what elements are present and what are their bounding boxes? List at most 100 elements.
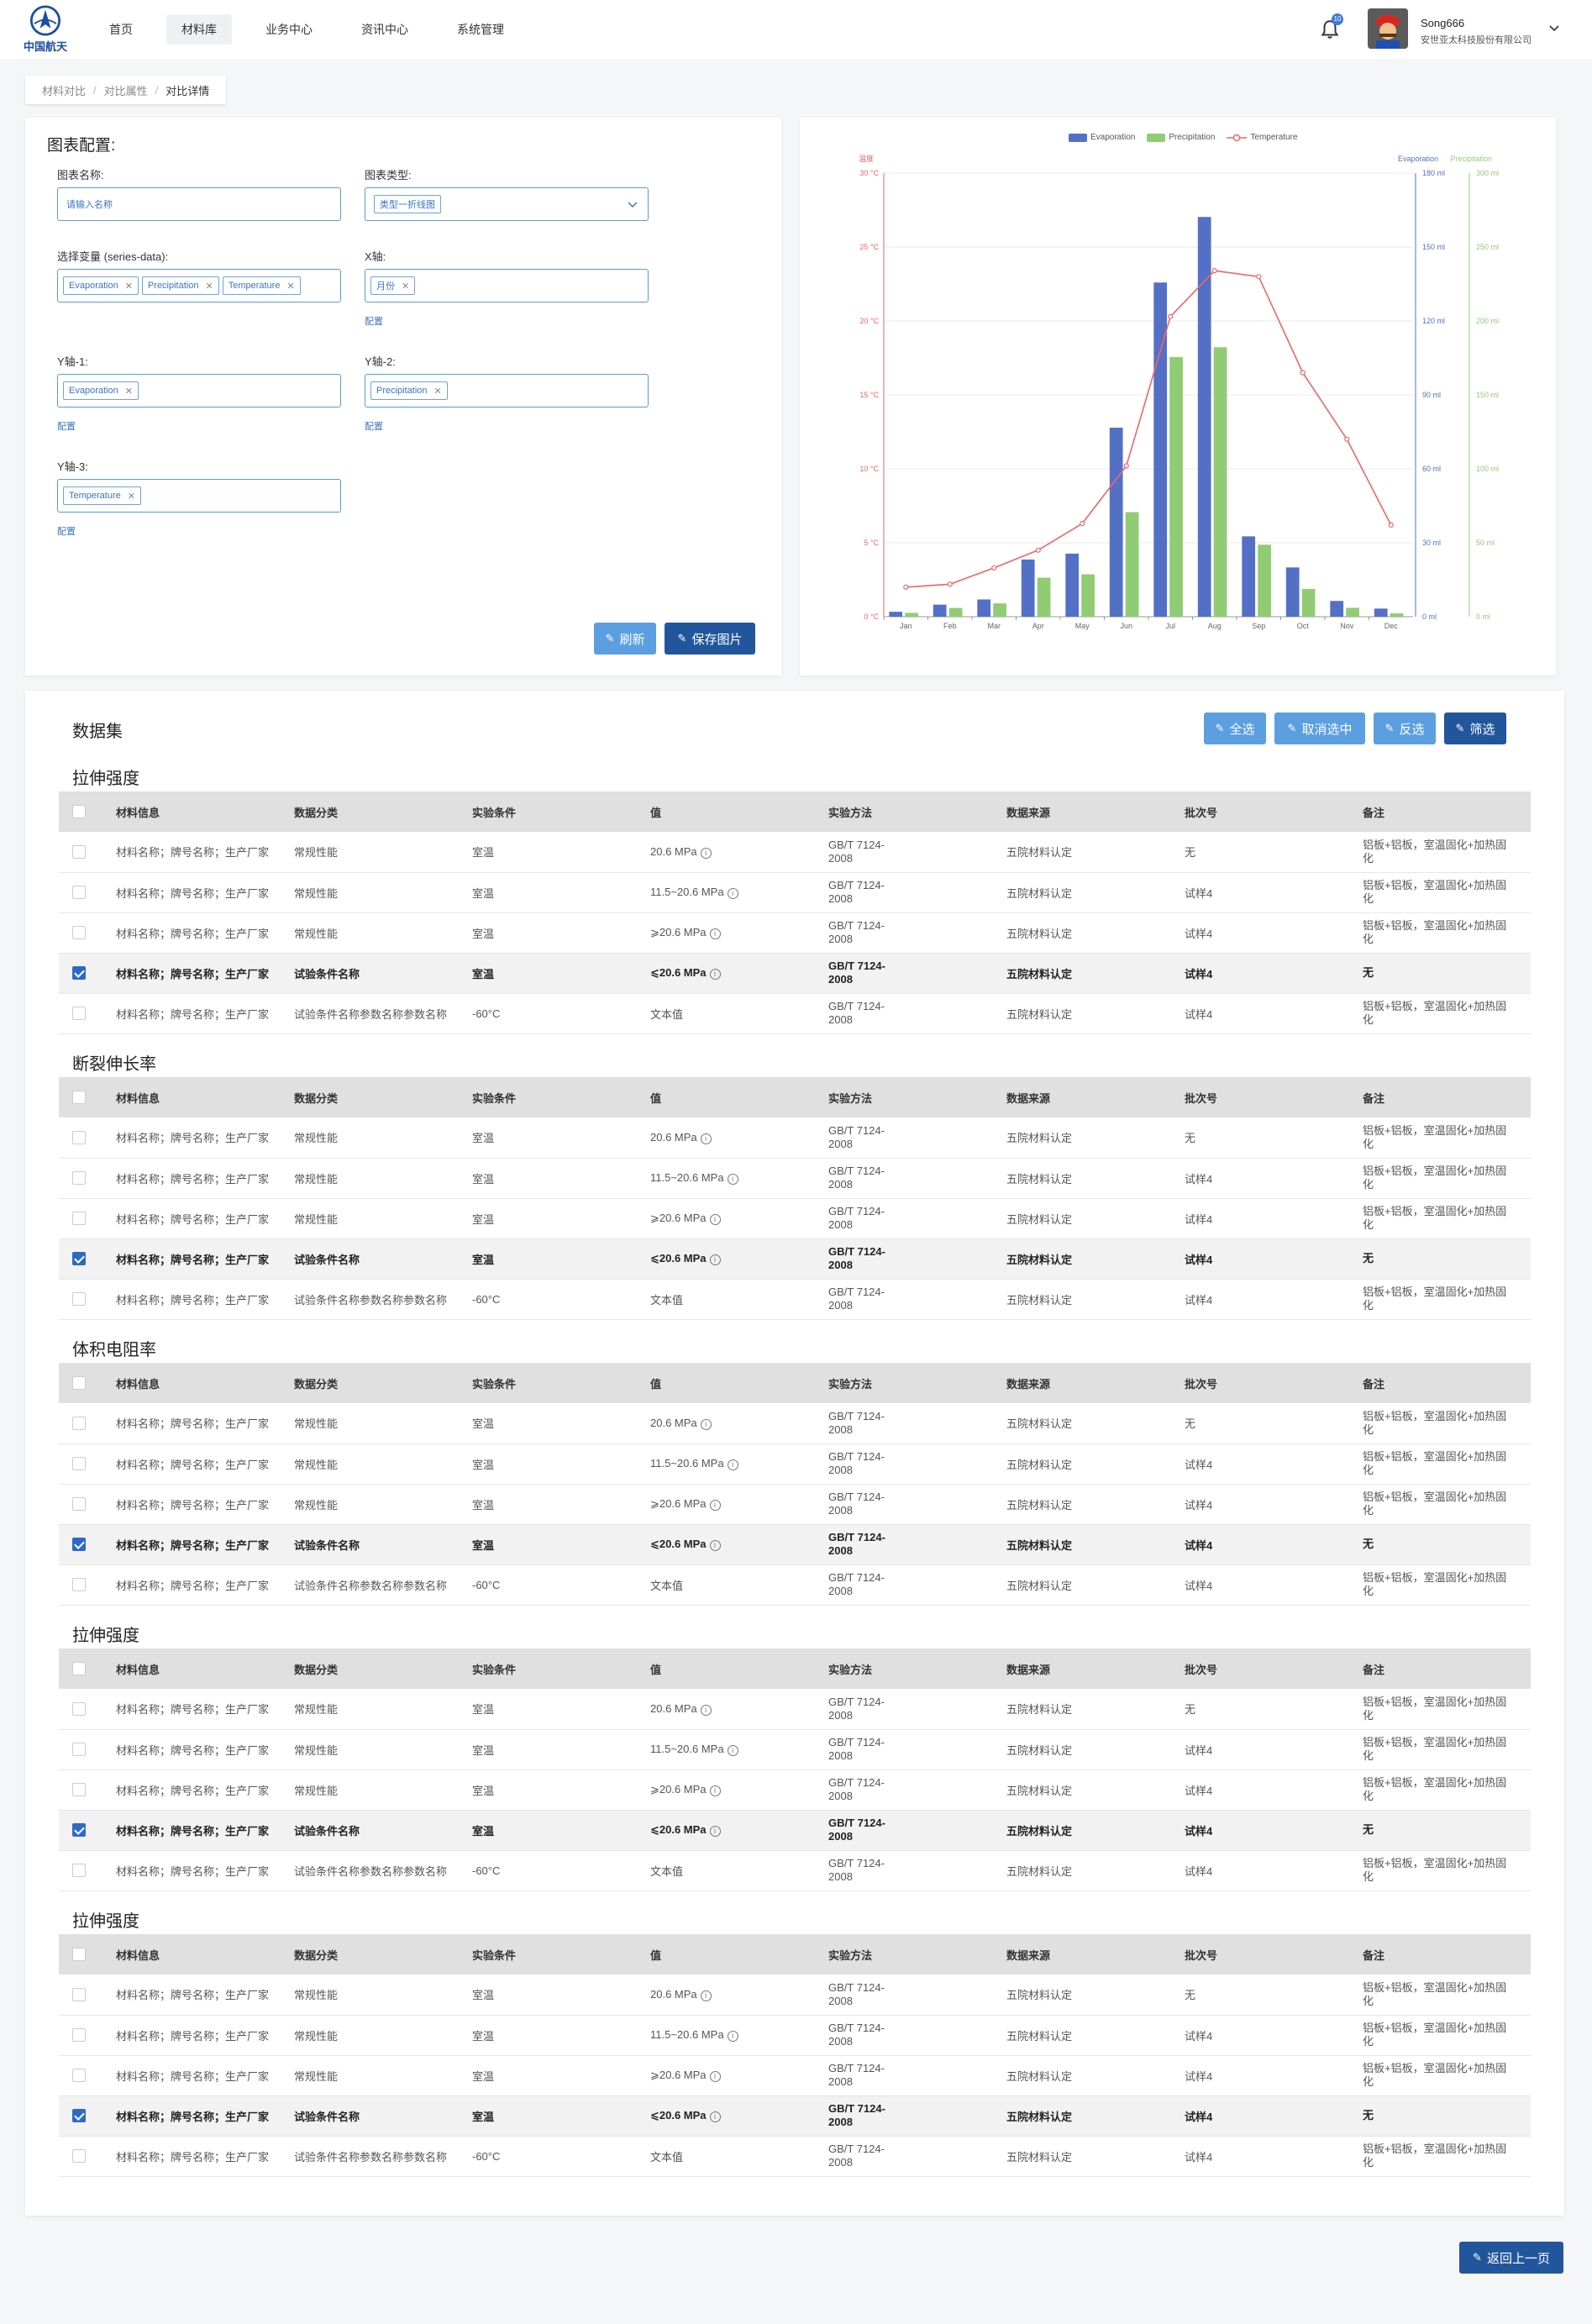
column-header[interactable]: 备注 [1356,1934,1531,1974]
row-checkbox[interactable] [72,845,86,860]
row-checkbox[interactable] [72,1212,86,1226]
y1-axis-config-link[interactable]: 配置 [57,419,76,433]
column-header[interactable]: 实验方法 [822,1648,1000,1689]
y3-axis-select[interactable]: Temperature ✕ [57,479,341,513]
column-header[interactable]: 备注 [1356,1648,1531,1689]
row-checkbox[interactable] [72,966,86,981]
info-icon[interactable]: i [727,1459,738,1470]
table-row[interactable]: 材料名称；牌号名称；生产厂家 试验条件名称 室温 ⩽20.6 MPa i GB/T 712… [59,953,1531,994]
close-icon[interactable]: ✕ [286,281,294,292]
column-header[interactable]: 批次号 [1178,1648,1356,1689]
info-icon[interactable]: i [709,1214,721,1225]
chevron-down-icon[interactable] [1547,22,1561,35]
info-icon[interactable]: i [709,928,721,939]
table-row[interactable]: 材料名称；牌号名称；生产厂家 常规性能 室温 20.6 MPa i GB/T 7124-2… [59,832,1531,873]
table-row[interactable]: 材料名称；牌号名称；生产厂家 常规性能 室温 20.6 MPa i GB/T 7124-2… [59,1974,1531,2016]
close-icon[interactable]: ✕ [205,281,213,292]
column-header[interactable]: 数据分类 [287,1363,465,1403]
info-icon[interactable]: i [700,1704,712,1716]
column-header[interactable]: 批次号 [1178,791,1356,832]
table-row[interactable]: 材料名称；牌号名称；生产厂家 常规性能 室温 ⩾20.6 MPa i GB/T 7124-… [59,1198,1531,1239]
close-icon[interactable]: ✕ [125,386,133,397]
table-row[interactable]: 材料名称；牌号名称；生产厂家 常规性能 室温 20.6 MPa i GB/T 7124-2… [59,1117,1531,1159]
table-row[interactable]: 材料名称；牌号名称；生产厂家 试验条件名称 室温 ⩽20.6 MPa i GB/T 712… [59,1238,1531,1280]
chevron-down-icon[interactable] [626,198,639,212]
row-checkbox[interactable] [72,1457,86,1471]
table-row[interactable]: 材料名称；牌号名称；生产厂家 常规性能 室温 11.5~20.6 MPa i GB/T 7… [59,1158,1531,1199]
row-checkbox[interactable] [72,1743,86,1757]
y1-axis-select[interactable]: Evaporation ✕ [57,374,341,407]
column-header[interactable]: 数据来源 [1000,791,1178,832]
row-checkbox[interactable] [72,886,86,900]
table-row[interactable]: 材料名称；牌号名称；生产厂家 常规性能 室温 11.5~20.6 MPa i GB/T 7… [59,2015,1531,2056]
row-checkbox[interactable] [72,1578,86,1592]
column-header[interactable]: 值 [644,1363,822,1403]
row-checkbox[interactable] [72,2028,86,2043]
column-header[interactable]: 备注 [1356,1077,1531,1117]
column-header[interactable]: 实验方法 [822,1077,1000,1117]
column-header[interactable]: 材料信息 [109,1934,287,1974]
row-checkbox[interactable] [72,1007,86,1021]
table-row[interactable]: 材料名称；牌号名称；生产厂家 常规性能 室温 11.5~20.6 MPa i GB/T 7… [59,1443,1531,1485]
column-header[interactable]: 数据来源 [1000,1077,1178,1117]
y2-axis-select[interactable]: Precipitation ✕ [365,374,649,407]
info-icon[interactable]: i [700,1990,712,2001]
table-row[interactable]: 材料名称；牌号名称；生产厂家 试验条件名称 室温 ⩽20.6 MPa i GB/T 712… [59,1524,1531,1565]
filter-button[interactable]: ✎ 筛选 [1444,712,1506,744]
table-row[interactable]: 材料名称；牌号名称；生产厂家 常规性能 室温 ⩾20.6 MPa i GB/T 7124-… [59,1484,1531,1525]
close-icon[interactable]: ✕ [402,281,409,292]
column-header[interactable]: 实验条件 [465,1648,644,1689]
select-all-checkbox[interactable] [72,1376,86,1391]
info-icon[interactable]: i [727,2031,738,2042]
table-row[interactable]: 材料名称；牌号名称；生产厂家 常规性能 室温 ⩾20.6 MPa i GB/T 7124-… [59,1769,1531,1811]
row-checkbox[interactable] [72,1171,86,1186]
x-axis-select[interactable]: 月份 ✕ [365,269,649,302]
column-header[interactable]: 备注 [1356,1363,1531,1403]
back-button[interactable]: ✎ 返回上一页 [1459,2242,1563,2274]
logo[interactable]: 中国航天 [24,5,67,54]
nav-material-library[interactable]: 材料库 [166,14,232,45]
info-icon[interactable]: i [709,1826,721,1837]
row-checkbox[interactable] [72,1864,86,1878]
column-header[interactable]: 数据分类 [287,1934,465,1974]
row-checkbox[interactable] [72,1538,86,1552]
table-row[interactable]: 材料名称；牌号名称；生产厂家 常规性能 室温 ⩾20.6 MPa i GB/T 7124-… [59,2055,1531,2096]
close-icon[interactable]: ✕ [128,491,135,502]
column-header[interactable]: 实验条件 [465,1363,644,1403]
info-icon[interactable]: i [700,1133,712,1144]
table-row[interactable]: 材料名称；牌号名称；生产厂家 试验条件名称 室温 ⩽20.6 MPa i GB/T 712… [59,2095,1531,2137]
row-checkbox[interactable] [72,2109,86,2123]
refresh-button[interactable]: ✎ 刷新 [594,623,656,655]
column-header[interactable]: 值 [644,1077,822,1117]
column-header[interactable]: 批次号 [1178,1934,1356,1974]
info-icon[interactable]: i [709,1785,721,1796]
column-header[interactable]: 数据来源 [1000,1934,1178,1974]
info-icon[interactable]: i [709,1540,721,1551]
column-header[interactable]: 值 [644,1648,822,1689]
info-icon[interactable]: i [700,847,712,859]
column-header[interactable]: 备注 [1356,791,1531,832]
nav-business-center[interactable]: 业务中心 [250,14,328,45]
row-checkbox[interactable] [72,1783,86,1797]
info-icon[interactable]: i [709,1254,721,1265]
column-header[interactable]: 材料信息 [109,1648,287,1689]
table-row[interactable]: 材料名称；牌号名称；生产厂家 试验条件名称参数名称参数名称 -60°C 文本值 GB/T… [59,1564,1531,1606]
table-row[interactable]: 材料名称；牌号名称；生产厂家 常规性能 室温 ⩾20.6 MPa i GB/T 7124-… [59,912,1531,954]
column-header[interactable]: 批次号 [1178,1077,1356,1117]
nav-system-management[interactable]: 系统管理 [442,14,519,45]
y3-axis-config-link[interactable]: 配置 [57,524,76,538]
row-checkbox[interactable] [72,1252,86,1266]
save-image-button[interactable]: ✎ 保存图片 [665,623,755,655]
breadcrumb-item-compare[interactable]: 材料对比 [42,82,86,98]
info-icon[interactable]: i [727,1745,738,1756]
close-icon[interactable]: ✕ [434,386,442,397]
y2-axis-config-link[interactable]: 配置 [365,419,383,433]
select-all-checkbox[interactable] [72,1948,86,1962]
table-row[interactable]: 材料名称；牌号名称；生产厂家 试验条件名称参数名称参数名称 -60°C 文本值 GB/T… [59,993,1531,1034]
table-row[interactable]: 材料名称；牌号名称；生产厂家 试验条件名称参数名称参数名称 -60°C 文本值 GB/T… [59,2136,1531,2177]
info-icon[interactable]: i [727,888,738,899]
row-checkbox[interactable] [72,1988,86,2002]
info-icon[interactable]: i [709,2071,721,2082]
column-header[interactable]: 数据分类 [287,1648,465,1689]
nav-news-center[interactable]: 资讯中心 [346,14,423,45]
